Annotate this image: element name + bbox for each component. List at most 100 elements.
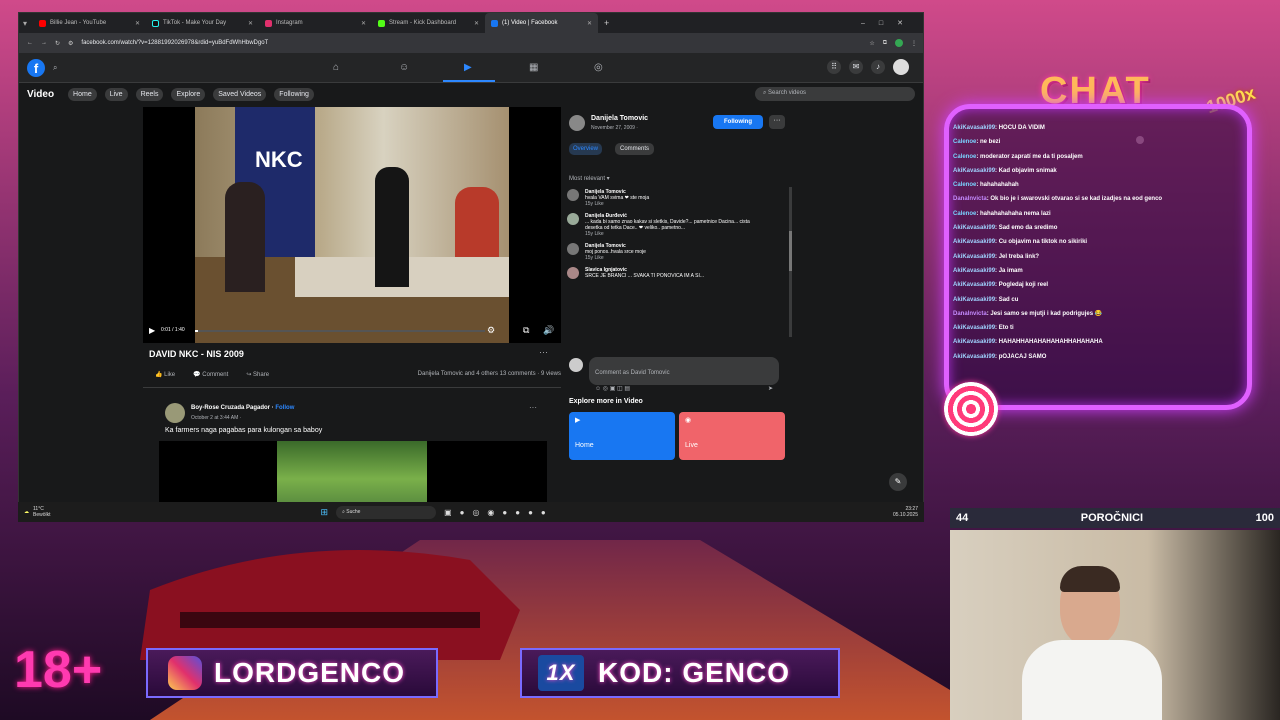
chat-username[interactable]: Danalnvicta xyxy=(953,311,987,317)
comment-meta[interactable]: 15y Like xyxy=(585,255,646,261)
poster-menu-button[interactable]: ··· xyxy=(769,115,785,129)
close-tab-icon[interactable]: ✕ xyxy=(135,20,140,27)
volume-icon[interactable]: 🔊 xyxy=(543,325,554,336)
profile-avatar[interactable] xyxy=(895,39,903,47)
nav-home[interactable]: Home xyxy=(68,87,97,101)
comment-button[interactable]: 💬 Comment xyxy=(193,371,228,378)
tab-instagram[interactable]: Instagram ✕ xyxy=(259,13,372,33)
play-icon[interactable]: ▶ xyxy=(149,326,155,335)
chat-username[interactable]: AkiKavasaki99 xyxy=(953,225,995,231)
nav-explore[interactable]: Explore xyxy=(171,87,206,101)
chat-username[interactable]: AkiKavasaki99 xyxy=(953,239,995,245)
sort-dropdown[interactable]: Most relevant ▾ xyxy=(569,175,610,182)
chat-username[interactable]: Calenoe xyxy=(953,182,976,188)
taskbar-search[interactable]: ⌕ Suche xyxy=(336,505,437,519)
clock[interactable]: 23:27 05.10.2025 xyxy=(893,506,918,518)
nav-saved-videos[interactable]: Saved Videos xyxy=(213,87,267,101)
comment-input[interactable]: Comment as David Tomovic ☺ ◎ ▣ ◫ ▤ ➤ xyxy=(589,357,779,392)
explore-home-card[interactable]: ▶ Home xyxy=(569,412,675,460)
comment-meta[interactable]: 15y Like xyxy=(585,231,750,237)
chat-username[interactable]: AkiKavasaki99 xyxy=(953,354,995,360)
share-button[interactable]: ↪ Share xyxy=(246,371,269,378)
send-icon[interactable]: ➤ xyxy=(768,385,773,392)
tab-overview[interactable]: Overview xyxy=(569,143,603,155)
account-avatar[interactable] xyxy=(893,59,909,75)
close-tab-icon[interactable]: ✕ xyxy=(248,20,253,27)
chat-message: AkiKavasaki99: Kad objavim snimak xyxy=(953,164,1245,178)
post-avatar[interactable] xyxy=(165,403,185,423)
chat-username[interactable]: AkiKavasaki99 xyxy=(953,268,995,274)
tab-youtube[interactable]: Billie Jean - YouTube ✕ xyxy=(33,13,146,33)
post-follow-link[interactable]: Follow xyxy=(275,405,294,411)
tab-facebook[interactable]: (1) Video | Facebook ✕ xyxy=(485,13,598,33)
windows-start-icon[interactable]: ⊞ xyxy=(321,507,329,518)
chat-username[interactable]: AkiKavasaki99 xyxy=(953,325,995,331)
commenter-avatar[interactable] xyxy=(567,213,579,225)
bookmark-star-icon[interactable]: ☆ xyxy=(869,40,874,47)
search-icon[interactable]: ⌕ xyxy=(53,63,57,73)
weather-icon[interactable]: ☁ xyxy=(24,509,29,515)
commenter-avatar[interactable] xyxy=(567,243,579,255)
close-tab-icon[interactable]: ✕ xyxy=(361,20,366,27)
tab-tiktok[interactable]: TikTok - Make Your Day ✕ xyxy=(146,13,259,33)
progress-bar[interactable] xyxy=(195,330,485,332)
post-menu-icon[interactable]: ··· xyxy=(529,403,537,412)
comment-tools[interactable]: ☺ ◎ ▣ ◫ ▤ ➤ xyxy=(595,385,773,392)
poster-avatar[interactable] xyxy=(569,115,585,131)
video-player[interactable]: NKC ▶ 0:01 / 1:40 ⚙ ⧉ 🔊 xyxy=(143,107,561,343)
comment-scrollbar[interactable] xyxy=(789,187,792,337)
weather-widget[interactable]: 11°C Bewölkt xyxy=(33,506,51,518)
reactions-summary[interactable]: Danijela Tomovic and 4 others 13 comment… xyxy=(418,371,561,378)
tab-comments[interactable]: Comments xyxy=(615,143,655,155)
poster-name[interactable]: Danijela Tomovic xyxy=(591,115,648,122)
chat-username[interactable]: Calenoe xyxy=(953,154,976,160)
search-videos-field[interactable]: ⌕ Search videos xyxy=(755,87,915,101)
forward-icon[interactable]: → xyxy=(41,40,47,46)
browser-menu-icon[interactable]: ⋮ xyxy=(911,40,917,47)
nav-live[interactable]: Live xyxy=(104,87,128,101)
chat-username[interactable]: AkiKavasaki99 xyxy=(953,339,995,345)
back-icon[interactable]: ← xyxy=(27,40,33,46)
chat-username[interactable]: AkiKavasaki99 xyxy=(953,168,995,174)
chat-username[interactable]: AkiKavasaki99 xyxy=(953,125,995,131)
new-tab-button[interactable]: + xyxy=(604,18,609,28)
post-author[interactable]: Boy-Rose Cruzada Pagador xyxy=(191,405,270,411)
chat-username[interactable]: AkiKavasaki99 xyxy=(953,254,995,260)
site-info-icon[interactable]: ⚙ xyxy=(68,40,73,47)
like-button[interactable]: 👍 Like xyxy=(155,371,175,378)
nav-reels[interactable]: Reels xyxy=(135,87,164,101)
messenger-icon[interactable]: ✉ xyxy=(849,60,863,74)
home-icon[interactable]: ⌂ xyxy=(333,62,339,73)
chat-username[interactable]: AkiKavasaki99 xyxy=(953,282,995,288)
video-icon[interactable]: ▶ xyxy=(464,62,472,73)
facebook-logo[interactable]: f xyxy=(27,59,45,77)
edit-fab[interactable]: ✎ xyxy=(889,473,907,491)
explore-live-card[interactable]: ◉ Live xyxy=(679,412,785,460)
friends-icon[interactable]: ☺ xyxy=(399,62,409,73)
chat-username[interactable]: AkiKavasaki99 xyxy=(953,297,995,303)
groups-icon[interactable]: ◎ xyxy=(594,62,603,73)
comment-meta[interactable]: 15y Like xyxy=(585,201,649,207)
pip-icon[interactable]: ⧉ xyxy=(523,325,529,336)
close-tab-icon[interactable]: ✕ xyxy=(474,20,479,27)
url-field[interactable]: facebook.com/watch/?v=12881992026978&rdi… xyxy=(81,40,861,46)
taskbar-apps[interactable]: ▣●◎◉●●●● xyxy=(444,508,554,517)
menu-grid-icon[interactable]: ⠿ xyxy=(827,60,841,74)
commenter-avatar[interactable] xyxy=(567,267,579,279)
tab-kick[interactable]: Stream - Kick Dashboard ✕ xyxy=(372,13,485,33)
settings-icon[interactable]: ⚙ xyxy=(487,325,495,336)
more-options-icon[interactable]: ··· xyxy=(539,347,548,357)
close-tab-icon[interactable]: ✕ xyxy=(587,20,592,27)
nav-following[interactable]: Following xyxy=(274,87,314,101)
window-controls[interactable]: –□✕ xyxy=(861,19,917,27)
chat-username[interactable]: Calenoe xyxy=(953,211,976,217)
following-button[interactable]: Following xyxy=(713,115,763,129)
marketplace-icon[interactable]: ▦ xyxy=(529,62,538,73)
chat-username[interactable]: Danalnvicta xyxy=(953,196,987,202)
reload-icon[interactable]: ↻ xyxy=(55,40,60,47)
tab-search-icon[interactable]: ▾ xyxy=(19,19,33,28)
notifications-icon[interactable]: ♪ xyxy=(871,60,885,74)
commenter-avatar[interactable] xyxy=(567,189,579,201)
chat-username[interactable]: Calenoe xyxy=(953,139,976,145)
extensions-icon[interactable]: ⧉ xyxy=(883,40,887,47)
